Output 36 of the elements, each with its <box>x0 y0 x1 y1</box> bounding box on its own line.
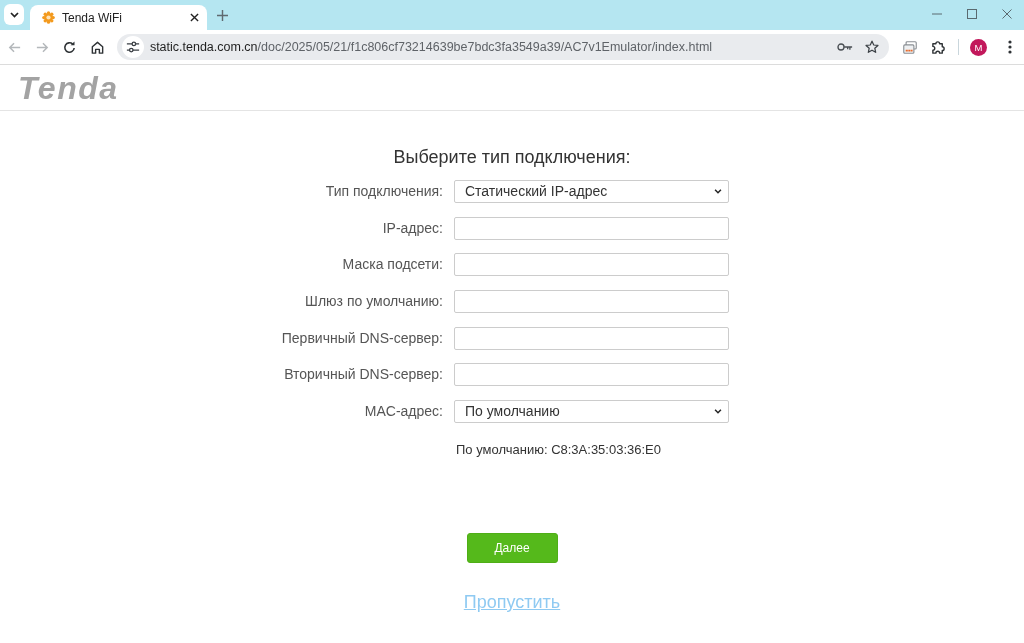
browser-tab[interactable]: Tenda WiFi <box>30 5 207 30</box>
address-bar[interactable]: static.tenda.com.cn/doc/2025/05/21/f1c806cf73214639be7bdc3fa3549a39/AC7v1Emulator/index.html <box>116 34 890 60</box>
tab-search-button[interactable] <box>4 4 24 25</box>
field-label: Вторичный DNS-сервер: <box>283 365 443 385</box>
plus-icon[interactable] <box>217 10 228 21</box>
field-label: Тип подключения: <box>324 182 443 201</box>
form-title: Выберите тип подключения: <box>392 146 632 168</box>
dropdown[interactable]: Статический IP-адрес <box>454 180 729 203</box>
gear-icon <box>42 11 55 24</box>
star-icon[interactable] <box>865 40 880 54</box>
close-icon[interactable] <box>190 13 199 22</box>
input-field[interactable] <box>454 253 729 277</box>
chevron-down-icon <box>9 11 19 18</box>
sliders-icon[interactable] <box>125 40 140 54</box>
maximize-icon[interactable] <box>966 9 977 19</box>
field-label: IP-адрес: <box>381 218 443 238</box>
input-field[interactable] <box>454 363 729 387</box>
menu-icon[interactable] <box>1008 40 1012 54</box>
key-icon[interactable] <box>837 42 854 52</box>
field-label: Шлюз по умолчанию: <box>304 291 443 311</box>
chevron-down-icon <box>714 189 722 194</box>
field-label: Первичный DNS-сервер: <box>280 328 443 348</box>
logo: Tenda <box>18 71 119 104</box>
input-field[interactable] <box>454 216 729 240</box>
field-label: MAC-адрес: <box>363 401 443 421</box>
windows-icon[interactable] <box>903 40 918 54</box>
input-field[interactable] <box>454 289 729 313</box>
puzzle-icon[interactable] <box>930 39 946 55</box>
profile-avatar[interactable]: M <box>970 38 987 56</box>
default-mac-text: По умолчанию: C8:3A:35:03:36:E0 <box>455 441 662 458</box>
chevron-down-icon <box>714 408 722 414</box>
reload-icon[interactable] <box>62 39 78 55</box>
dropdown[interactable]: По умолчанию <box>454 399 729 423</box>
input-field[interactable] <box>454 326 729 350</box>
field-label: Маска подсети: <box>341 255 443 275</box>
home-icon[interactable] <box>89 39 105 55</box>
